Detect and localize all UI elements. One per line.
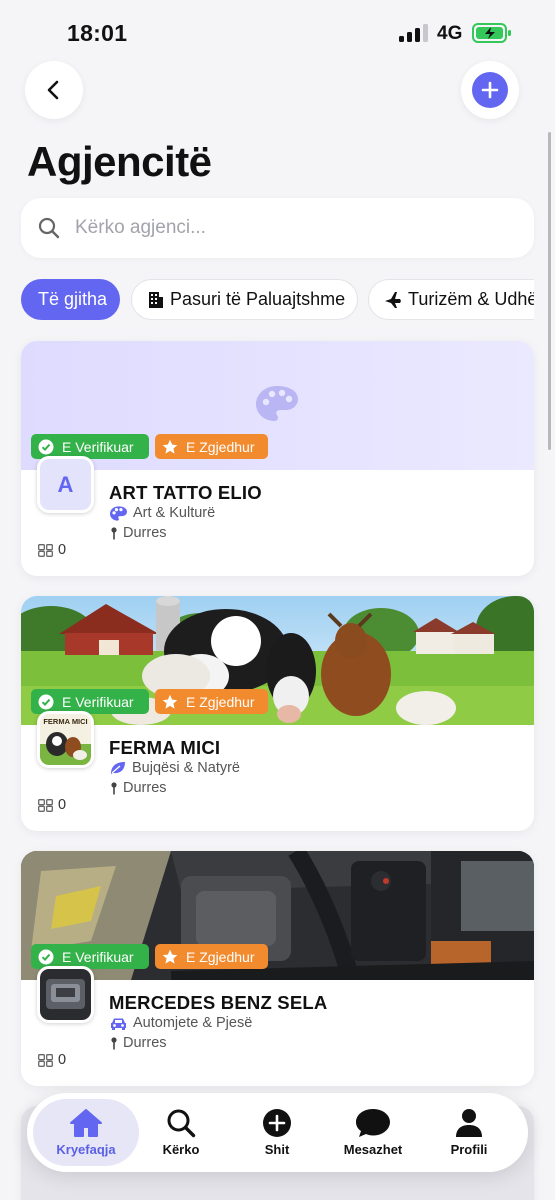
nav-label: Mesazhet <box>343 1142 403 1157</box>
star-icon <box>162 949 178 964</box>
agency-card[interactable]: E Verifikuar E Zgjedhur FERMA MICI FERMA… <box>21 596 534 831</box>
featured-badge: E Zgjedhur <box>155 689 268 714</box>
listing-count: 0 <box>38 797 66 813</box>
search-bar[interactable] <box>21 198 534 258</box>
agency-category: Art & Kulturë <box>110 505 215 521</box>
agency-name: ART TATTO ELIO <box>109 482 262 503</box>
featured-badge: E Zgjedhur <box>155 434 268 459</box>
grid-icon <box>38 543 53 557</box>
search-icon <box>38 217 60 239</box>
location-label: Durres <box>123 1035 167 1051</box>
nav-label: Profili <box>450 1142 488 1157</box>
verified-check-icon <box>38 439 54 454</box>
count-label: 0 <box>58 542 67 558</box>
pin-icon <box>111 526 117 539</box>
featured-badge: E Zgjedhur <box>155 944 268 969</box>
pin-icon <box>111 1036 117 1049</box>
car-icon <box>111 1018 126 1030</box>
agency-avatar <box>37 966 94 1023</box>
plus-circle-icon <box>263 1109 291 1137</box>
category-label: Bujqësi & Natyrë <box>132 760 240 776</box>
agency-location: Durres <box>110 525 167 541</box>
count-label: 0 <box>58 797 67 813</box>
airplane-icon <box>385 291 401 308</box>
agency-name: MERCEDES BENZ SELA <box>109 992 328 1013</box>
nav-label: Kryefaqja <box>56 1142 116 1157</box>
location-label: Durres <box>123 780 167 796</box>
badge-label: E Verifikuar <box>62 438 134 455</box>
chip-real-estate[interactable]: Pasuri të Paluajtshme <box>131 279 358 320</box>
badge-label: E Zgjedhur <box>186 438 255 455</box>
plus-icon <box>472 72 508 108</box>
nav-messages[interactable]: Mesazhet <box>323 1099 423 1166</box>
pin-icon <box>111 781 117 794</box>
leaf-icon <box>111 762 125 774</box>
page-title: Agjencitë <box>27 138 212 185</box>
verified-check-icon <box>38 949 54 964</box>
farm-logo: FERMA MICI <box>40 714 91 765</box>
person-icon <box>456 1109 482 1137</box>
network-label: 4G <box>437 23 463 44</box>
back-button[interactable] <box>25 61 83 119</box>
agency-category: Bujqësi & Natyrë <box>110 760 240 776</box>
star-icon <box>162 439 178 454</box>
scrollbar[interactable] <box>548 132 551 450</box>
agency-card[interactable]: E Verifikuar E Zgjedhur A ART TATTO ELIO… <box>21 341 534 576</box>
grid-icon <box>38 798 53 812</box>
badge-label: E Zgjedhur <box>186 693 255 710</box>
chip-all[interactable]: Të gjitha <box>21 279 120 320</box>
badge-label: E Verifikuar <box>62 693 134 710</box>
nav-label: Kërko <box>162 1142 200 1157</box>
agency-name: FERMA MICI <box>109 737 221 758</box>
count-label: 0 <box>58 1052 67 1068</box>
nav-search[interactable]: Kërko <box>131 1099 231 1166</box>
agency-card[interactable]: E Verifikuar E Zgjedhur MERCEDES BENZ SE… <box>21 851 534 1086</box>
status-bar: 18:01 4G <box>0 0 555 62</box>
agency-category: Automjete & Pjesë <box>110 1015 252 1031</box>
chip-label: Pasuri të Paluajtshme <box>170 289 346 309</box>
status-time: 18:01 <box>67 20 128 46</box>
chip-label: Të gjitha <box>38 289 108 309</box>
building-icon <box>149 291 163 308</box>
listing-count: 0 <box>38 542 66 558</box>
nav-label: Shit <box>264 1142 290 1157</box>
home-icon <box>70 1109 102 1137</box>
grid-icon <box>38 1053 53 1067</box>
category-label: Art & Kulturë <box>133 505 216 521</box>
search-icon <box>167 1109 196 1138</box>
nav-sell[interactable]: Shit <box>227 1099 327 1166</box>
chip-tourism[interactable]: Turizëm & Udhë <box>368 279 534 320</box>
star-icon <box>162 694 178 709</box>
location-label: Durres <box>123 525 167 541</box>
listing-count: 0 <box>38 1052 66 1068</box>
battery-icon <box>472 23 511 43</box>
badge-label: E Zgjedhur <box>186 948 255 965</box>
signal-icon <box>399 24 429 42</box>
agency-avatar: A <box>37 456 94 513</box>
palette-icon <box>110 505 127 521</box>
chevron-left-icon <box>47 80 59 100</box>
nav-home[interactable]: Kryefaqja <box>33 1099 139 1166</box>
avatar-text: FERMA MICI <box>43 717 87 726</box>
category-label: Automjete & Pjesë <box>133 1015 253 1031</box>
chat-icon <box>356 1109 390 1137</box>
add-agency-button[interactable] <box>461 61 519 119</box>
nav-profile[interactable]: Profili <box>419 1099 519 1166</box>
engine-photo <box>40 969 91 1020</box>
bottom-nav: Kryefaqja Kërko Shit Mesazhet Profili <box>27 1093 528 1172</box>
avatar-letter: A <box>40 459 91 510</box>
agency-avatar: FERMA MICI <box>37 711 94 768</box>
filter-chips: Të gjitha Pasuri të Paluajtshme Turizëm … <box>21 279 534 320</box>
agency-location: Durres <box>110 780 167 796</box>
chip-label: Turizëm & Udhë <box>408 289 534 309</box>
verified-check-icon <box>38 694 54 709</box>
search-input[interactable] <box>75 198 515 258</box>
agency-location: Durres <box>110 1035 167 1051</box>
badge-label: E Verifikuar <box>62 948 134 965</box>
